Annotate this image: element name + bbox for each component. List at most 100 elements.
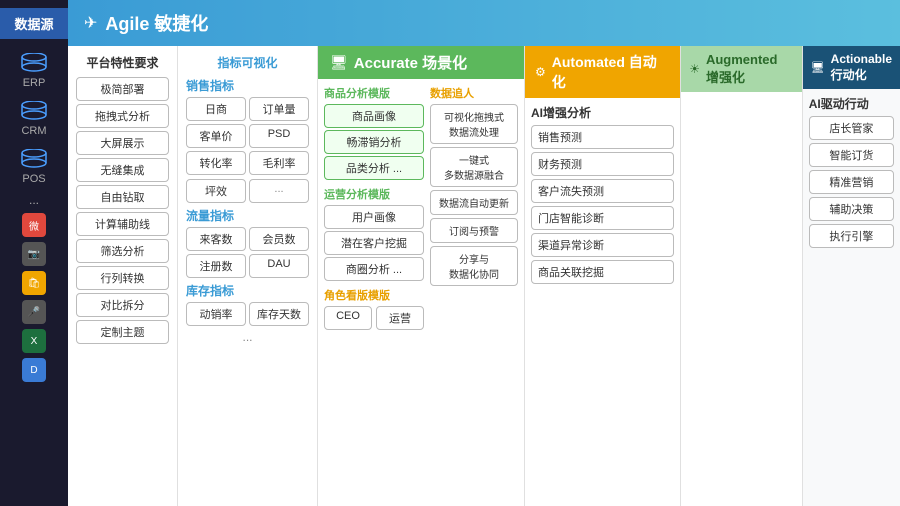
body-area: 平台特性要求 极简部署 拖拽式分析 大屏展示 无缝集成 自由钻取 计算辅助线 筛… bbox=[68, 46, 900, 506]
tracker-title: 数据追人 bbox=[430, 85, 518, 101]
feature-tuozhuai[interactable]: 拖拽式分析 bbox=[76, 104, 169, 128]
goods-pinlei[interactable]: 品类分析 ... bbox=[324, 156, 424, 180]
metric-rishang[interactable]: 日商 bbox=[186, 97, 246, 121]
feature-shaixuan[interactable]: 筛选分析 bbox=[76, 239, 169, 263]
feature-ziyou[interactable]: 自由钻取 bbox=[76, 185, 169, 209]
feature-hanglie[interactable]: 行列转换 bbox=[76, 266, 169, 290]
metric-huiyuan[interactable]: 会员数 bbox=[249, 227, 309, 251]
feature-jisuan[interactable]: 计算辅助线 bbox=[76, 212, 169, 236]
feature-dingzhi[interactable]: 定制主题 bbox=[76, 320, 169, 344]
platform-column: 平台特性要求 极简部署 拖拽式分析 大屏展示 无缝集成 自由钻取 计算辅助线 筛… bbox=[68, 46, 178, 506]
action-dianchang[interactable]: 店长管家 bbox=[809, 116, 894, 140]
ai-finance-predict[interactable]: 财务预测 bbox=[531, 152, 674, 176]
role-row: CEO 运营 bbox=[324, 306, 424, 330]
tracker-subscribe[interactable]: 订阅与预警 bbox=[430, 218, 518, 243]
metric-zhuce[interactable]: 注册数 bbox=[186, 254, 246, 278]
accurate-area: 🖥 Accurate 场景化 商品分析模版 商品画像 畅滞销分析 品类分析 ..… bbox=[318, 46, 525, 506]
weibo-icon[interactable]: 微 bbox=[22, 213, 46, 237]
role-ops[interactable]: 运营 bbox=[376, 306, 424, 330]
sales-extra-grid: 坪效 ... bbox=[186, 179, 309, 203]
tracker-auto[interactable]: 数据流自动更新 bbox=[430, 190, 518, 215]
flow-metrics-title: 流量指标 bbox=[186, 207, 309, 224]
action-zhengduo[interactable]: 智能订货 bbox=[809, 143, 894, 167]
camera-icon[interactable]: 📷 bbox=[22, 242, 46, 266]
accurate-icon: 🖥 bbox=[330, 54, 348, 71]
ops-qianzai[interactable]: 潜在客户挖掘 bbox=[324, 231, 424, 255]
data-icon[interactable]: D bbox=[22, 358, 46, 382]
accurate-title: Accurate 场景化 bbox=[354, 52, 467, 73]
metric-kucun[interactable]: 库存天数 bbox=[249, 302, 309, 326]
agile-title: Agile 敏捷化 bbox=[105, 10, 208, 36]
feature-duibi[interactable]: 对比拆分 bbox=[76, 293, 169, 317]
ai-product-mine[interactable]: 商品关联挖掘 bbox=[531, 260, 674, 284]
metrics-vis-title: 指标可视化 bbox=[186, 54, 309, 71]
sidebar-item-crm[interactable]: CRM bbox=[18, 97, 50, 137]
content-area: ✈ Agile 敏捷化 平台特性要求 极简部署 拖拽式分析 大屏展示 无缝集成 … bbox=[68, 0, 900, 506]
crm-label: CRM bbox=[21, 125, 46, 137]
augmented-title: Augmented 增强化 bbox=[706, 52, 794, 86]
mic-icon[interactable]: 🎤 bbox=[22, 300, 46, 324]
metric-kedanjia[interactable]: 客单价 bbox=[186, 124, 246, 148]
metric-dau[interactable]: DAU bbox=[249, 254, 309, 278]
augmented-icon: ☀ bbox=[689, 62, 700, 76]
agile-header: ✈ Agile 敏捷化 bbox=[68, 0, 900, 46]
ops-yonghu[interactable]: 用户画像 bbox=[324, 205, 424, 229]
augmented-body bbox=[681, 92, 802, 506]
feature-wufeng[interactable]: 无缝集成 bbox=[76, 158, 169, 182]
pos-icon bbox=[18, 145, 50, 173]
metric-dongxiao[interactable]: 动销率 bbox=[186, 302, 246, 326]
actionable-body: AI驱动行动 店长管家 智能订货 精准营销 辅助决策 执行引擎 bbox=[803, 89, 900, 506]
actionable-icon: 🖥 bbox=[811, 61, 825, 74]
metric-zhuanhua[interactable]: 转化率 bbox=[186, 151, 246, 175]
tracker-share[interactable]: 分享与数据化协同 bbox=[430, 246, 518, 286]
sidebar-item-pos[interactable]: POS bbox=[18, 145, 50, 185]
actionable-title: Actionable行动化 bbox=[831, 52, 892, 83]
sales-metrics-title: 销售指标 bbox=[186, 77, 309, 94]
metric-pingxiao[interactable]: 坪效 bbox=[186, 179, 246, 203]
tracker-visual[interactable]: 可视化拖拽式数据流处理 bbox=[430, 104, 518, 144]
tracker-yijian[interactable]: 一键式多数据源融合 bbox=[430, 147, 518, 187]
sidebar-item-erp[interactable]: ERP bbox=[18, 49, 50, 89]
inventory-metrics-title: 库存指标 bbox=[186, 282, 309, 299]
crm-icon bbox=[18, 97, 50, 125]
accurate-header: 🖥 Accurate 场景化 bbox=[318, 46, 524, 79]
pos-label: POS bbox=[22, 173, 45, 185]
goods-analysis-col: 商品分析模版 商品画像 畅滞销分析 品类分析 ... 运营分析模版 用户画像 潜… bbox=[324, 85, 424, 500]
feature-daping[interactable]: 大屏展示 bbox=[76, 131, 169, 155]
metric-dingdan[interactable]: 订单量 bbox=[249, 97, 309, 121]
erp-label: ERP bbox=[23, 77, 46, 89]
ai-churn-predict[interactable]: 客户流失预测 bbox=[531, 179, 674, 203]
action-fuzhu[interactable]: 辅助决策 bbox=[809, 197, 894, 221]
metric-psd[interactable]: PSD bbox=[249, 124, 309, 148]
feature-jianjian[interactable]: 极简部署 bbox=[76, 77, 169, 101]
metric-laike[interactable]: 来客数 bbox=[186, 227, 246, 251]
platform-title: 平台特性要求 bbox=[76, 54, 169, 71]
action-jingzhun[interactable]: 精准营销 bbox=[809, 170, 894, 194]
goods-changzhi[interactable]: 畅滞销分析 bbox=[324, 130, 424, 154]
goods-title: 商品分析模版 bbox=[324, 85, 424, 101]
metrics-dots: ... bbox=[186, 330, 309, 344]
ai-drive-title: AI驱动行动 bbox=[809, 95, 894, 112]
role-title: 角色看版模版 bbox=[324, 287, 424, 303]
actionable-header: 🖥 Actionable行动化 bbox=[803, 46, 900, 89]
goods-huaxiang[interactable]: 商品画像 bbox=[324, 104, 424, 128]
sidebar-title: 数据源 bbox=[0, 8, 68, 39]
augmented-header: ☀ Augmented 增强化 bbox=[681, 46, 802, 92]
shopping-icon[interactable]: 🛍 bbox=[22, 271, 46, 295]
actionable-area: 🖥 Actionable行动化 AI驱动行动 店长管家 智能订货 精准营销 辅助… bbox=[803, 46, 900, 506]
role-ceo[interactable]: CEO bbox=[324, 306, 372, 330]
ai-sales-predict[interactable]: 销售预测 bbox=[531, 125, 674, 149]
erp-icon bbox=[18, 49, 50, 77]
accurate-body: 商品分析模版 商品画像 畅滞销分析 品类分析 ... 运营分析模版 用户画像 潜… bbox=[318, 79, 524, 506]
action-zhixing[interactable]: 执行引擎 bbox=[809, 224, 894, 248]
ops-shangjuan[interactable]: 商圈分析 ... bbox=[324, 257, 424, 281]
ai-store-diag[interactable]: 门店智能诊断 bbox=[531, 206, 674, 230]
metric-maoli[interactable]: 毛利率 bbox=[249, 151, 309, 175]
data-tracker-col: 数据追人 可视化拖拽式数据流处理 一键式多数据源融合 数据流自动更新 订阅与预警… bbox=[430, 85, 518, 500]
augmented-area: ☀ Augmented 增强化 bbox=[681, 46, 803, 506]
metric-dots1: ... bbox=[249, 179, 309, 203]
automated-icon: ⚙ bbox=[535, 65, 546, 79]
automated-title: Automated 自动化 bbox=[552, 52, 670, 92]
excel-icon[interactable]: X bbox=[22, 329, 46, 353]
ai-channel-diag[interactable]: 渠道异常诊断 bbox=[531, 233, 674, 257]
